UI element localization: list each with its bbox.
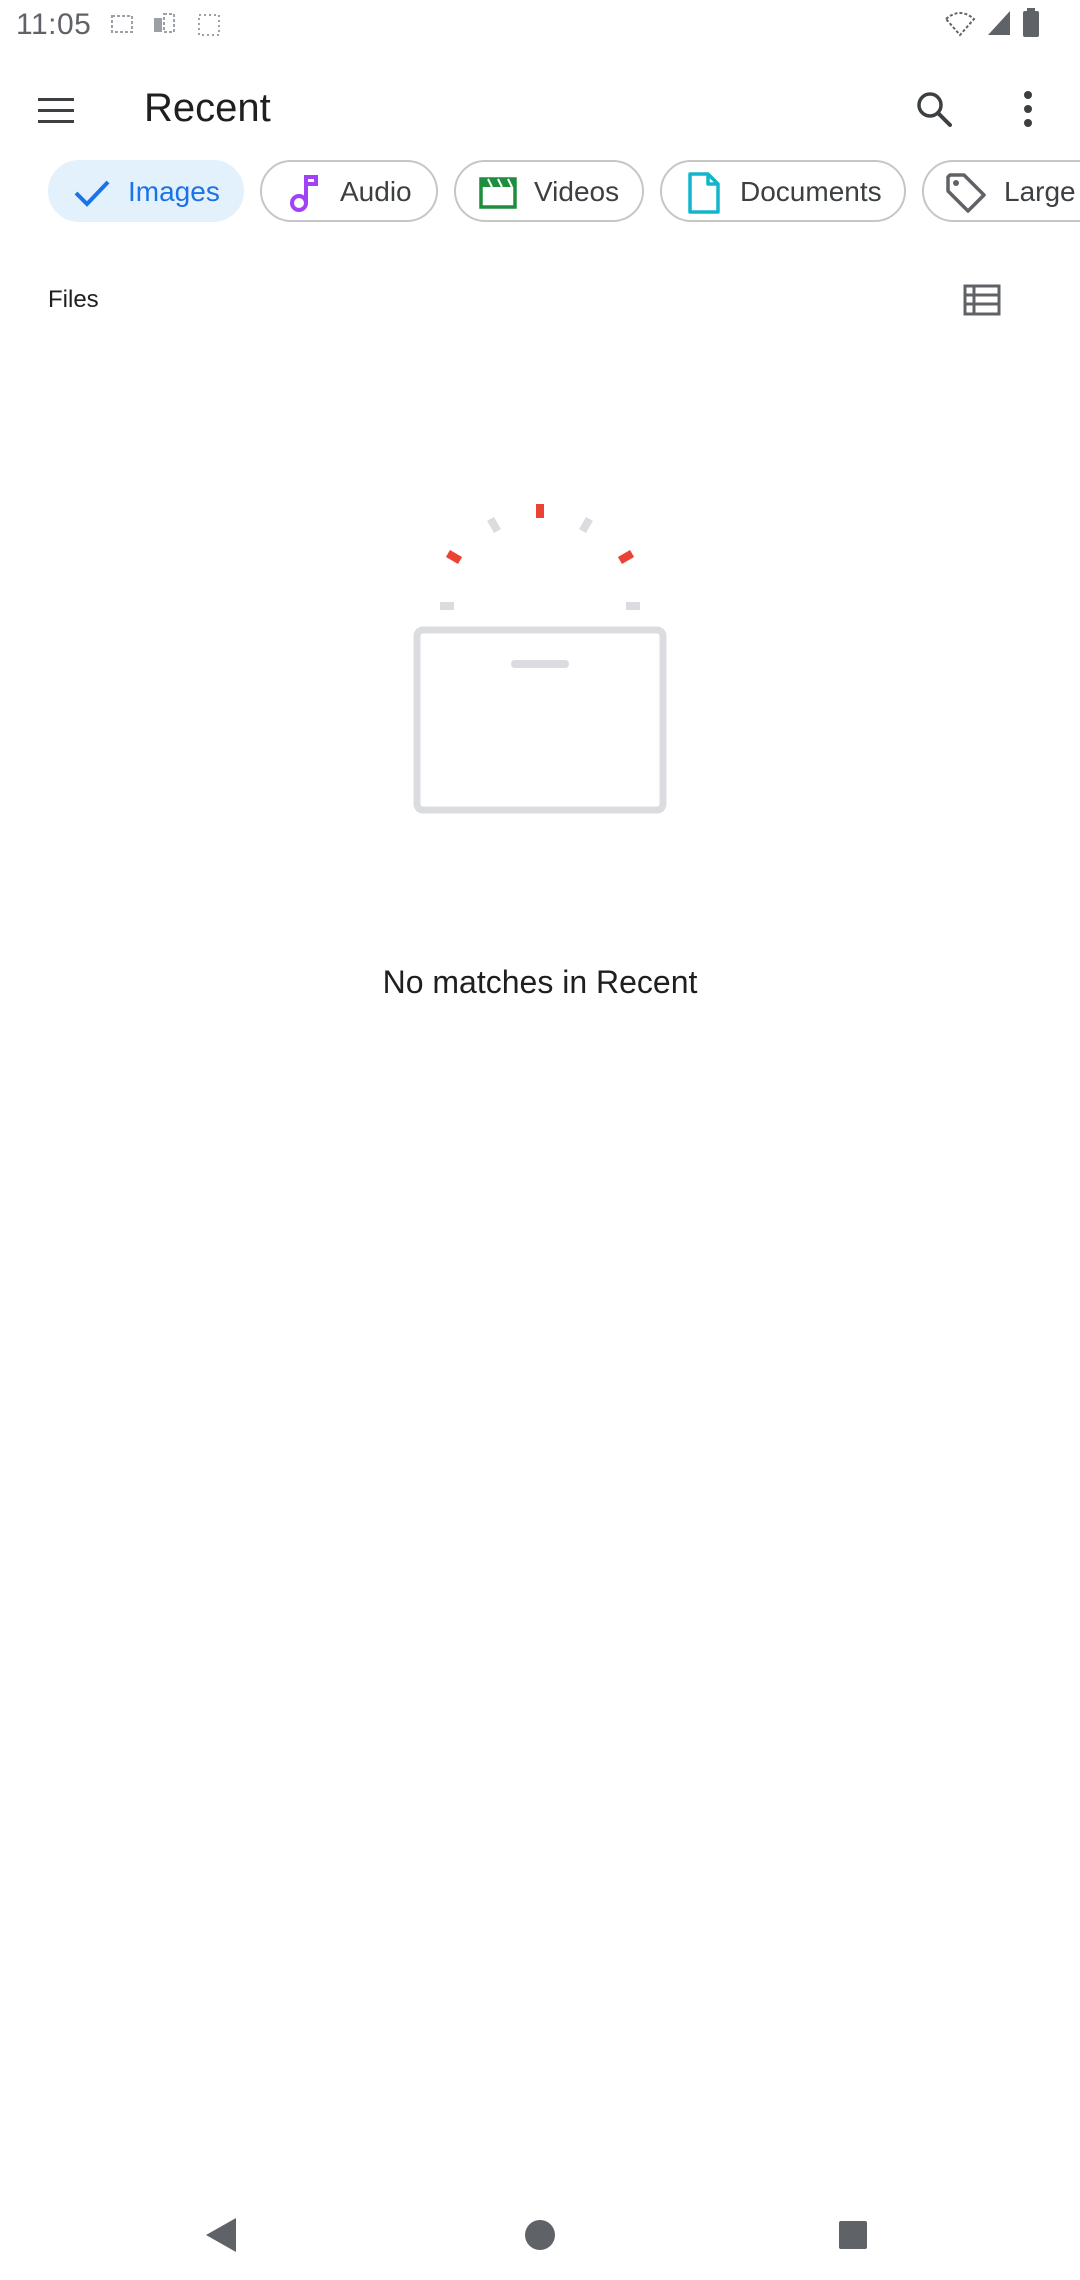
chip-audio[interactable]: Audio: [260, 160, 438, 222]
empty-folder-illustration: [400, 498, 680, 818]
chip-label: Documents: [740, 176, 882, 207]
search-button[interactable]: [898, 73, 970, 145]
chip-label: Audio: [340, 176, 412, 207]
empty-state-message: No matches in Recent: [382, 964, 698, 1000]
tag-icon: [944, 171, 988, 215]
back-icon: [206, 2218, 236, 2252]
chip-label: Large: [1004, 176, 1076, 207]
movie-icon: [476, 171, 520, 215]
recents-button[interactable]: [818, 2200, 888, 2270]
navigation-bar: [0, 2180, 1080, 2280]
hamburger-menu-button[interactable]: [20, 75, 92, 147]
chip-label: Videos: [534, 176, 620, 207]
more-vert-icon: [1024, 91, 1032, 127]
chip-images[interactable]: Images: [48, 160, 244, 222]
hamburger-menu-icon: [38, 98, 74, 123]
filter-chips-row: Images Audio Videos Documents Large: [0, 160, 1080, 224]
page-title: Recent: [144, 86, 271, 130]
notification-icon: [110, 12, 134, 38]
chip-documents[interactable]: Documents: [660, 160, 906, 222]
recents-icon: [839, 2221, 867, 2249]
home-button[interactable]: [505, 2200, 575, 2270]
back-button[interactable]: [186, 2200, 256, 2270]
chip-large[interactable]: Large: [922, 160, 1080, 222]
wifi-icon: [944, 9, 976, 42]
list-view-toggle-button[interactable]: [946, 272, 1018, 328]
music-note-icon: [282, 171, 326, 215]
status-bar: 11:05: [0, 0, 1080, 50]
notification-icon: [152, 12, 178, 38]
notification-icon: [196, 12, 222, 38]
files-section-title: Files: [48, 286, 99, 313]
document-icon: [682, 171, 726, 215]
signal-icon: [986, 9, 1012, 42]
chip-label: Images: [128, 176, 220, 207]
battery-icon: [1022, 7, 1040, 43]
check-icon: [70, 171, 114, 215]
home-icon: [525, 2220, 555, 2250]
status-time: 11:05: [16, 8, 92, 41]
chip-videos[interactable]: Videos: [454, 160, 644, 222]
list-view-icon: [963, 284, 1001, 316]
search-icon: [917, 92, 952, 127]
more-options-button[interactable]: [992, 73, 1064, 145]
